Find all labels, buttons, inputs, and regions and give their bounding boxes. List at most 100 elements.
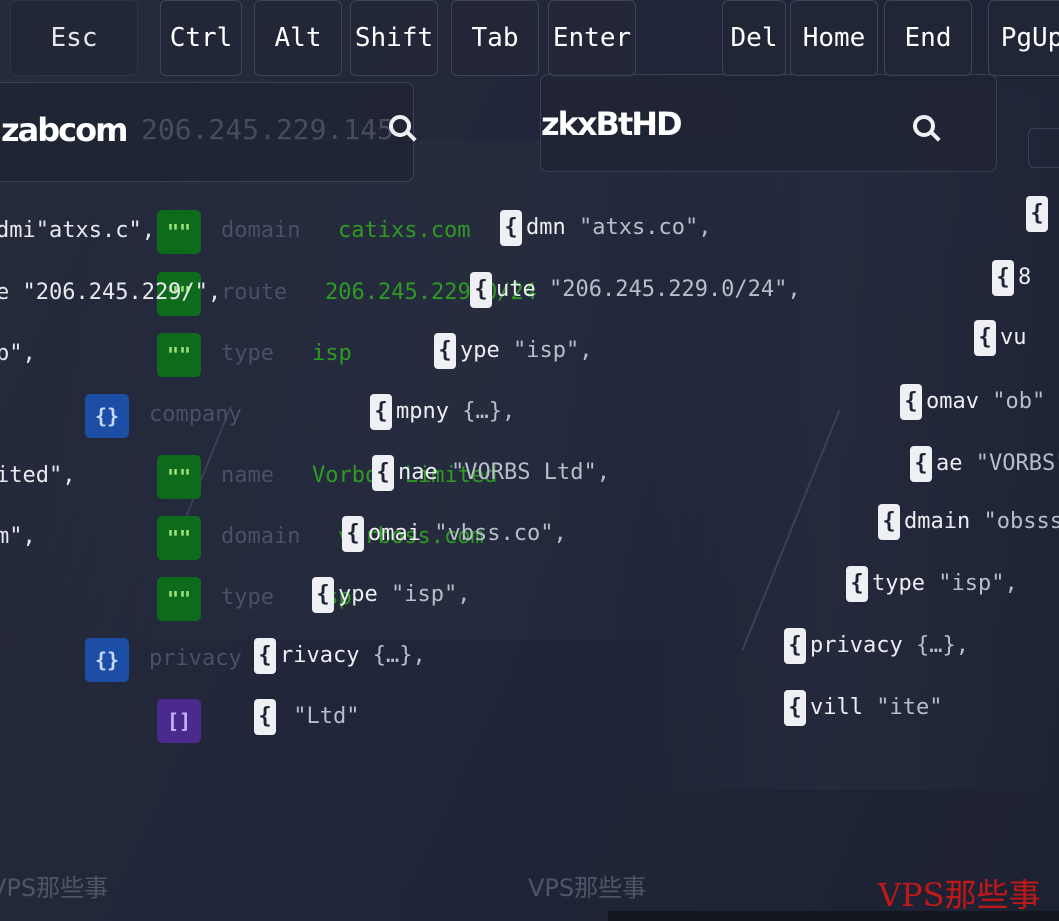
json-chip[interactable]: {privacy {…}, bbox=[784, 628, 969, 664]
footer-caption: VPS那些事 bbox=[528, 874, 647, 902]
chip-value: "isp", bbox=[513, 338, 593, 363]
key-end[interactable]: End bbox=[884, 0, 972, 76]
json-chip[interactable]: {omai "vbss.co", bbox=[342, 516, 567, 552]
json-row[interactable]: "" type isp p", bbox=[0, 333, 700, 379]
chip-key: ute bbox=[496, 277, 536, 302]
chip-value: "ob" bbox=[992, 389, 1046, 414]
chip-key: omai bbox=[368, 521, 421, 546]
brace-icon: { bbox=[992, 260, 1014, 296]
brace-icon: { bbox=[254, 699, 276, 735]
json-value: catixs.com bbox=[338, 218, 471, 243]
chip-value: "isp", bbox=[391, 582, 471, 607]
json-line-fragment: p", bbox=[0, 341, 36, 366]
brace-icon: { bbox=[974, 320, 996, 356]
chip-value: "atxs.co", bbox=[579, 215, 712, 240]
key-ctrl[interactable]: Ctrl bbox=[160, 0, 242, 76]
chip-value: "VORBS Ltd", bbox=[451, 460, 610, 485]
brace-icon: { bbox=[784, 628, 806, 664]
key-tab[interactable]: Tab bbox=[451, 0, 539, 76]
search-query-ghost: 206.245.229.145 bbox=[141, 113, 394, 146]
string-type-icon: "" bbox=[157, 516, 201, 560]
search-icon[interactable] bbox=[389, 115, 411, 137]
chip-key: omav bbox=[926, 389, 979, 414]
object-type-icon: {} bbox=[85, 638, 129, 682]
json-row[interactable]: {} company bbox=[0, 394, 700, 440]
json-chip[interactable]: {ype "isp", bbox=[434, 333, 592, 369]
chip-key: vill bbox=[810, 695, 863, 720]
key-alt[interactable]: Alt bbox=[254, 0, 342, 76]
search-icon[interactable] bbox=[913, 115, 935, 137]
brace-icon: { bbox=[846, 566, 868, 602]
json-key: domain bbox=[221, 218, 301, 243]
brace-icon: { bbox=[342, 516, 364, 552]
json-chip[interactable]: {vu bbox=[974, 320, 1027, 356]
json-value: isp bbox=[312, 341, 352, 366]
json-chip[interactable]: {8 bbox=[992, 260, 1031, 296]
chip-key: mpny bbox=[396, 399, 449, 424]
key-enter[interactable]: Enter bbox=[548, 0, 636, 76]
key-home[interactable]: Home bbox=[790, 0, 878, 76]
brace-icon: { bbox=[1026, 196, 1048, 232]
brace-icon: { bbox=[372, 455, 394, 491]
chip-value: "isp", bbox=[938, 571, 1018, 596]
json-key: type bbox=[221, 585, 274, 610]
json-line-fragment: ited", bbox=[0, 463, 76, 488]
json-chip[interactable]: {mpny {…}, bbox=[370, 394, 515, 430]
brace-icon: { bbox=[784, 690, 806, 726]
json-key: route bbox=[221, 280, 288, 305]
brace-icon: { bbox=[254, 638, 276, 674]
json-key: privacy bbox=[149, 646, 242, 671]
json-chip[interactable]: {rivacy {…}, bbox=[254, 638, 426, 674]
screenshot-stage: 206.245.229.145 zabcom zkxBtHD "" domain c… bbox=[0, 0, 1059, 921]
chip-value: "206.245.229.0/24", bbox=[549, 277, 801, 302]
brace-icon: { bbox=[434, 333, 456, 369]
chip-value: "ite" bbox=[876, 695, 943, 720]
brace-icon: { bbox=[878, 504, 900, 540]
json-chip[interactable]: {ae "VORBS" bbox=[910, 446, 1059, 482]
json-chip[interactable]: {nae "VORBS Ltd", bbox=[372, 455, 610, 491]
json-chip[interactable]: {dmain "obsss" bbox=[878, 504, 1059, 540]
string-type-icon: "" bbox=[157, 333, 201, 377]
chip-key: rivacy bbox=[280, 643, 360, 668]
brace-icon: { bbox=[370, 394, 392, 430]
json-chip[interactable]: {omav "ob" bbox=[900, 384, 1045, 420]
json-chip[interactable]: { bbox=[1026, 196, 1052, 232]
json-chip[interactable]: {ype "isp", bbox=[312, 577, 470, 613]
chip-key: dmain bbox=[904, 509, 971, 534]
chip-value: {…}, bbox=[372, 643, 426, 668]
json-chip[interactable]: {dmn "atxs.co", bbox=[500, 210, 711, 246]
search-bar-right[interactable]: zkxBtHD bbox=[540, 74, 997, 172]
search-query-text[interactable]: zabcom bbox=[1, 111, 128, 149]
key-pgup[interactable]: PgUp bbox=[988, 0, 1059, 76]
brace-icon: { bbox=[312, 577, 334, 613]
chip-value: "VORBS" bbox=[975, 451, 1059, 476]
json-line-fragment: m", bbox=[0, 524, 36, 549]
chip-key: vu bbox=[1000, 325, 1027, 350]
json-key: type bbox=[221, 341, 274, 366]
chip-key: 8 bbox=[1018, 265, 1032, 290]
json-chip[interactable]: {ute "206.245.229.0/24", bbox=[470, 272, 801, 308]
chip-key: ype bbox=[338, 582, 378, 607]
json-key: company bbox=[149, 402, 242, 427]
chip-value: {…}, bbox=[915, 633, 969, 658]
json-chip[interactable]: {type "isp", bbox=[846, 566, 1018, 602]
background-tile-right bbox=[640, 90, 1059, 790]
key-shift[interactable]: Shift bbox=[350, 0, 438, 76]
chip-value: "Ltd" bbox=[293, 704, 360, 729]
json-chip[interactable]: {vill "ite" bbox=[784, 690, 942, 726]
json-chip[interactable]: { "Ltd" bbox=[254, 699, 359, 735]
key-esc[interactable]: Esc bbox=[10, 0, 138, 76]
json-line-fragment: e "206.245.229/", bbox=[0, 280, 222, 305]
string-type-icon: "" bbox=[157, 210, 201, 254]
watermark-text: VPS那些事 bbox=[878, 876, 1041, 914]
search-query-text[interactable]: zkxBtHD bbox=[541, 105, 683, 143]
chip-key: ype bbox=[460, 338, 500, 363]
chip-value: "vbss.co", bbox=[434, 521, 567, 546]
search-bar-left[interactable]: 206.245.229.145 zabcom bbox=[0, 82, 414, 182]
toolbar-button[interactable] bbox=[1028, 128, 1059, 168]
chip-key: type bbox=[872, 571, 925, 596]
bottom-strip bbox=[608, 911, 1059, 921]
key-del[interactable]: Del bbox=[722, 0, 786, 76]
chip-key: ae bbox=[936, 451, 963, 476]
json-key: domain bbox=[221, 524, 301, 549]
